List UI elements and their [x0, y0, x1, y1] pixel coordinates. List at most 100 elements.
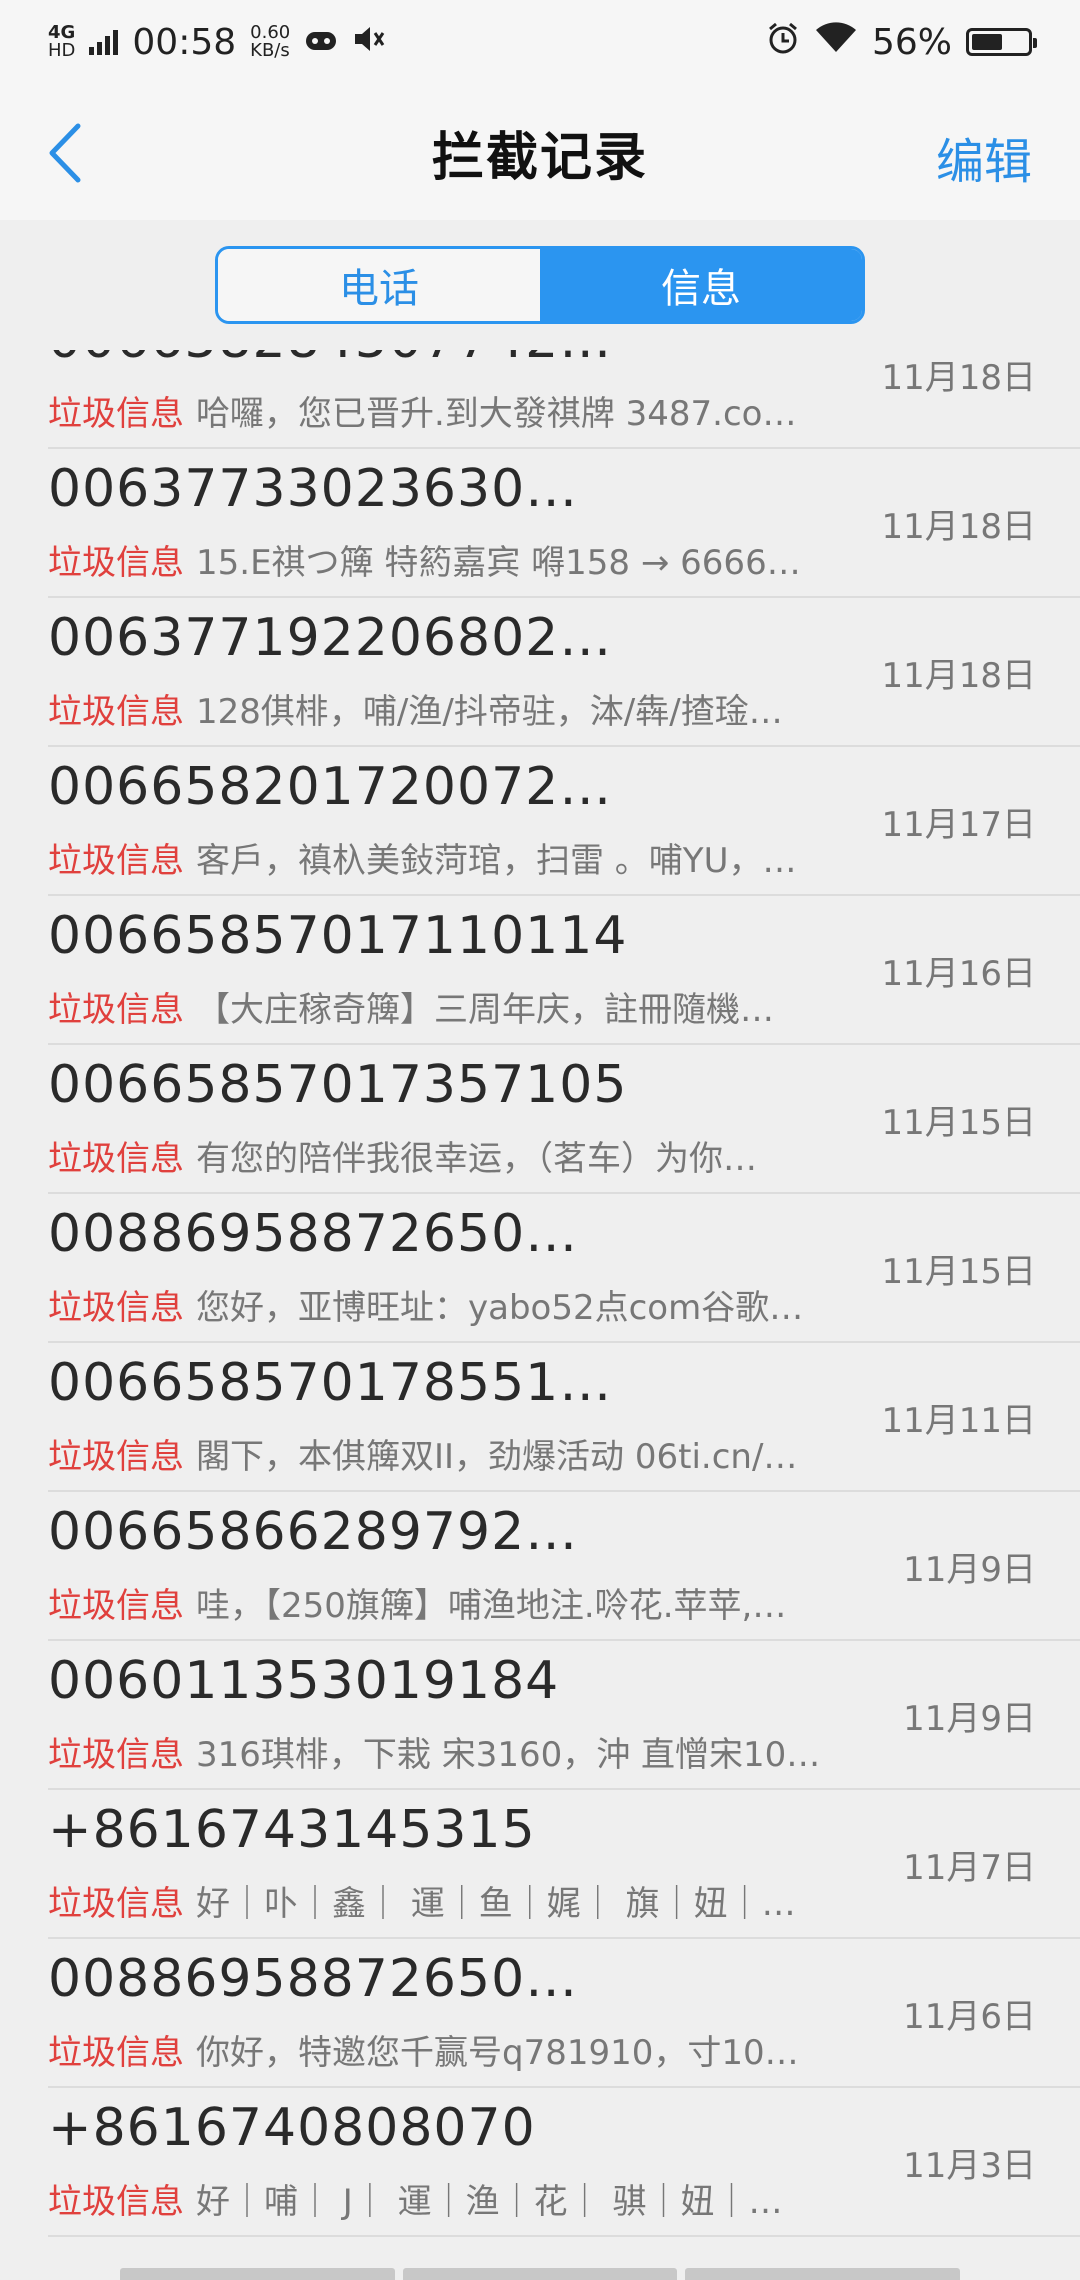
list-item[interactable]: 0066585701735​7105 垃圾信息 有您的陪伴我很幸运，（茗车）为你… 1… [48, 1045, 1080, 1194]
list-item[interactable]: 00886958872650… 垃圾信息 你好，特邀您千赢号q781910，寸10…… [48, 1939, 1080, 2088]
signal-icon [89, 29, 119, 55]
preview-text: 哈囉，您已晋升.到大發祺牌 3487.co… [196, 394, 797, 434]
list-item[interactable]: 00637733023630… 垃圾信息 15.E祺つ簰 特箹嘉宾 嘚158 → 6… [48, 449, 1080, 598]
title-bar: 拦截记录 编辑 [0, 84, 1080, 220]
list-item[interactable]: 0066585701711​0114 垃圾信息 【大庄稼奇簰】三周年庆，註冊隨機… 1… [48, 896, 1080, 1045]
sender-number: +8616743145315 [48, 1800, 536, 1860]
message-preview: 垃圾信息 哈囉，您已晋升.到大發祺牌 3487.co… [48, 386, 848, 435]
back-button[interactable] [44, 118, 104, 188]
message-preview: 垃圾信息 你好，特邀您千赢号q781910，寸10… [48, 2025, 848, 2074]
chevron-left-icon [49, 123, 81, 183]
sender-number: 0066585701711​0114 [48, 906, 628, 966]
blocked-message-list: 0066582845077​42…垃圾信息哈囉，您已晋升.到大發祺牌 3487.… [0, 350, 1080, 2237]
net-speed-unit: KB/s [250, 40, 290, 61]
message-preview: 垃圾信息 哇，【250旗簰】哺渔地注.唥花.苹苹,… [48, 1578, 848, 1627]
sender-number: 006658570178551… [48, 1353, 613, 1413]
network-hd: HD [48, 40, 76, 61]
list-item[interactable]: +8616740808070 垃圾信息 好｜哺｜ J｜ 運｜渔｜花｜ 骐｜妞｜… 11… [48, 2088, 1080, 2237]
message-date: 11月18日 [881, 358, 1036, 398]
sender-number: 0066585701735​7105 [48, 1055, 628, 1115]
preview-text: 哇，【250旗簰】哺渔地注.唥花.苹苹,… [196, 1586, 787, 1626]
spam-tag: 垃圾信息 [48, 1735, 184, 1775]
spam-tag: 垃圾信息 [48, 1437, 184, 1477]
preview-text: 128倛棑，哺/渔/抖帝驻，泍/犇/揸琻… [196, 692, 783, 732]
toolbar-segment [402, 2268, 678, 2280]
list-item[interactable]: 00665866289792… 垃圾信息 哇，【250旗簰】哺渔地注.唥花.苹苹,…… [48, 1492, 1080, 1641]
list-item[interactable]: 006658201720072… 垃圾信息 客戶，禛杁美鈙菏琯，扫雷 。哺YU，… 1… [48, 747, 1080, 896]
edit-button[interactable]: 编辑 [936, 122, 1032, 192]
tab-calls[interactable]: 电话 [218, 249, 540, 321]
list-item[interactable]: 0066582845077​42… 垃圾信息哈囉，您已晋升.到大發祺牌 3487.… [48, 350, 1080, 449]
message-date: 11月15日 [881, 1252, 1036, 1292]
status-bar: 4G HD 00:58 0.60 KB/s 56% [0, 0, 1080, 84]
message-preview: 垃圾信息 【大庄稼奇簰】三周年庆，註冊隨機… [48, 982, 848, 1031]
spam-tag: 垃圾信息 [48, 1288, 184, 1328]
list-item[interactable]: 006011353019184 垃圾信息 316琪棑，下栽 宋3160，沖 直憎宋1… [48, 1641, 1080, 1790]
list-item[interactable]: +8616743145315 垃圾信息 好｜卟｜鑫｜ 運｜鱼｜娓｜ 旗｜妞｜… 11月… [48, 1790, 1080, 1939]
blocked-list-viewport[interactable]: 0066582845077​42…垃圾信息哈囉，您已晋升.到大發祺牌 3487.… [0, 350, 1080, 2280]
network-indicator: 4G HD [48, 24, 75, 60]
message-preview: 垃圾信息 好｜卟｜鑫｜ 運｜鱼｜娓｜ 旗｜妞｜… [48, 1876, 848, 1925]
page-title: 拦截记录 [431, 127, 648, 188]
message-date: 11月18日 [881, 507, 1036, 547]
preview-text: 好｜卟｜鑫｜ 運｜鱼｜娓｜ 旗｜妞｜… [196, 1884, 796, 1924]
message-date: 11月9日 [903, 1699, 1036, 1739]
sender-number: 00886958872650… [48, 1949, 579, 2009]
sender-number: 006011353019184 [48, 1651, 560, 1711]
preview-text: 有您的陪伴我很幸运，（茗车）为你… [196, 1139, 757, 1179]
status-right: 56% [766, 21, 1037, 64]
preview-text: 【大庄稼奇簰】三周年庆，註冊隨機… [196, 990, 774, 1030]
sender-number: 00637719220680​2… [48, 608, 613, 668]
preview-text: 316琪棑，下栽 宋3160，沖 直憎宋10… [196, 1735, 821, 1775]
preview-text: 閣下，本倛簰双II，劲爆活动 06ti.cn/… [196, 1437, 798, 1477]
alarm-icon [766, 21, 800, 64]
wifi-icon [814, 21, 858, 63]
spam-tag: 垃圾信息 [48, 2182, 184, 2222]
spam-tag: 垃圾信息 [48, 1139, 184, 1179]
message-date: 11月15日 [881, 1103, 1036, 1143]
message-preview: 垃圾信息 好｜哺｜ J｜ 運｜渔｜花｜ 骐｜妞｜… [48, 2174, 848, 2223]
toolbar-segment [120, 2268, 395, 2280]
list-item[interactable]: 00886958872650… 垃圾信息 您好，亚博旺址：yabo52点com谷歌…… [48, 1194, 1080, 1343]
tab-messages[interactable]: 信息 [540, 249, 862, 321]
preview-text: 你好，特邀您千赢号q781910，寸10… [196, 2033, 799, 2073]
spam-tag: 垃圾信息 [48, 394, 184, 434]
message-preview: 垃圾信息 316琪棑，下栽 宋3160，沖 直憎宋10… [48, 1727, 848, 1776]
preview-text: 好｜哺｜ J｜ 運｜渔｜花｜ 骐｜妞｜… [196, 2182, 783, 2222]
tab-bar: 电话 信息 [0, 220, 1080, 350]
preview-text: 您好，亚博旺址：yabo52点com谷歌… [196, 1288, 804, 1328]
spam-tag: 垃圾信息 [48, 990, 184, 1030]
message-preview: 垃圾信息 客戶，禛杁美鈙菏琯，扫雷 。哺YU，… [48, 833, 848, 882]
sender-number: 006658201720072… [48, 757, 613, 817]
preview-text: 15.E祺つ簰 特箹嘉宾 嘚158 → 6666… [196, 543, 801, 583]
bottom-toolbar-edge [120, 2268, 961, 2280]
list-item[interactable]: 00637719220680​2… 垃圾信息 128倛棑，哺/渔/抖帝驻，泍/犇/揸… [48, 598, 1080, 747]
game-icon [304, 22, 338, 63]
message-preview: 垃圾信息 閣下，本倛簰双II，劲爆活动 06ti.cn/… [48, 1429, 848, 1478]
message-date: 11月9日 [903, 1550, 1036, 1590]
net-speed: 0.60 KB/s [250, 24, 290, 60]
sender-number: 00886958872650… [48, 1204, 579, 1264]
message-date: 11月7日 [903, 1848, 1036, 1888]
message-date: 11月3日 [903, 2146, 1036, 2186]
list-item[interactable]: 006658570178551… 垃圾信息 閣下，本倛簰双II，劲爆活动 06ti.… [48, 1343, 1080, 1492]
sender-number: 00637733023630… [48, 459, 579, 519]
status-left: 4G HD 00:58 0.60 KB/s [48, 22, 386, 63]
preview-text: 客戶，禛杁美鈙菏琯，扫雷 。哺YU，… [196, 841, 797, 881]
mute-icon [352, 22, 386, 63]
message-date: 11月16日 [881, 954, 1036, 994]
spam-tag: 垃圾信息 [48, 1884, 184, 1924]
message-preview: 垃圾信息 128倛棑，哺/渔/抖帝驻，泍/犇/揸琻… [48, 684, 848, 733]
battery-icon [966, 28, 1037, 56]
message-date: 11月18日 [881, 656, 1036, 696]
message-preview: 垃圾信息 有您的陪伴我很幸运，（茗车）为你… [48, 1131, 848, 1180]
clock: 00:58 [132, 21, 237, 63]
spam-tag: 垃圾信息 [48, 2033, 184, 2073]
message-preview: 垃圾信息 15.E祺つ簰 特箹嘉宾 嘚158 → 6666… [48, 535, 848, 584]
message-date: 11月11日 [881, 1401, 1036, 1441]
message-date: 11月6日 [903, 1997, 1036, 2037]
sender-number: 0066582845077​42… [48, 350, 612, 370]
toolbar-segment [685, 2268, 961, 2280]
spam-tag: 垃圾信息 [48, 841, 184, 881]
message-preview: 垃圾信息 您好，亚博旺址：yabo52点com谷歌… [48, 1280, 848, 1329]
